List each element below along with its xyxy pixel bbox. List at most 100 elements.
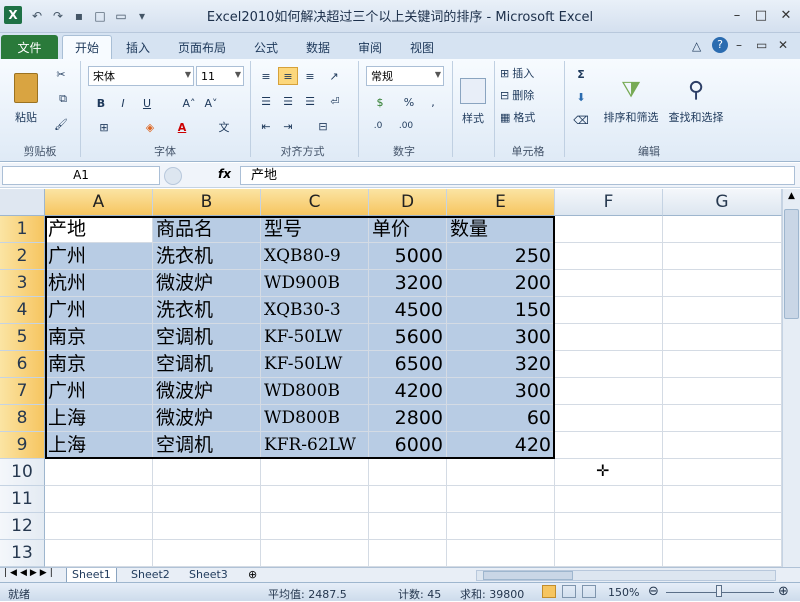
- undo-icon[interactable]: ↶: [28, 7, 46, 25]
- row-header-5[interactable]: 5: [0, 324, 45, 351]
- cell-g8[interactable]: [663, 405, 782, 432]
- vertical-scroll-thumb[interactable]: [784, 209, 799, 319]
- insert-sheet-icon[interactable]: ⊕: [248, 568, 257, 581]
- italic-icon[interactable]: I: [114, 94, 132, 112]
- sheet-tab-2[interactable]: Sheet2: [126, 568, 175, 583]
- cell-c4[interactable]: XQB30-3: [261, 297, 369, 324]
- wb-close-icon[interactable]: ✕: [778, 38, 788, 52]
- orientation-icon[interactable]: ↗: [324, 67, 344, 85]
- row-header-13[interactable]: 13: [0, 540, 45, 567]
- cell-b12[interactable]: [153, 513, 261, 540]
- maximize-icon[interactable]: □: [750, 6, 772, 24]
- font-color-icon[interactable]: A: [170, 118, 194, 136]
- cell-b13[interactable]: [153, 540, 261, 567]
- cell-f8[interactable]: [555, 405, 663, 432]
- fill-color-icon[interactable]: ◈: [138, 118, 162, 136]
- cell-e12[interactable]: [447, 513, 555, 540]
- column-header-b[interactable]: B: [153, 189, 261, 216]
- cell-f3[interactable]: [555, 270, 663, 297]
- comma-style-icon[interactable]: ,: [424, 93, 442, 111]
- row-header-10[interactable]: 10: [0, 459, 45, 486]
- cell-c9[interactable]: KFR-62LW: [261, 432, 369, 459]
- cell-g6[interactable]: [663, 351, 782, 378]
- row-header-4[interactable]: 4: [0, 297, 45, 324]
- cell-g9[interactable]: [663, 432, 782, 459]
- redo-icon[interactable]: ↷: [49, 7, 67, 25]
- cell-a6[interactable]: 南京: [45, 351, 153, 378]
- tab-review[interactable]: 审阅: [346, 35, 394, 59]
- column-header-e[interactable]: E: [447, 189, 555, 216]
- cell-a7[interactable]: 广州: [45, 378, 153, 405]
- row-header-8[interactable]: 8: [0, 405, 45, 432]
- cell-b8[interactable]: 微波炉: [153, 405, 261, 432]
- row-header-9[interactable]: 9: [0, 432, 45, 459]
- cell-f7[interactable]: [555, 378, 663, 405]
- minimize-icon[interactable]: –: [726, 6, 748, 24]
- cell-c10[interactable]: [261, 459, 369, 486]
- align-middle-icon[interactable]: ≡: [278, 67, 298, 85]
- help-icon[interactable]: ?: [712, 37, 728, 53]
- cell-b5[interactable]: 空调机: [153, 324, 261, 351]
- name-box[interactable]: A1: [2, 166, 160, 185]
- cell-a8[interactable]: 上海: [45, 405, 153, 432]
- cell-f6[interactable]: [555, 351, 663, 378]
- tab-file[interactable]: 文件: [1, 35, 58, 59]
- cell-e2[interactable]: 250: [447, 243, 555, 270]
- cell-a12[interactable]: [45, 513, 153, 540]
- cell-a2[interactable]: 广州: [45, 243, 153, 270]
- font-name-combo[interactable]: 宋体 ▼: [88, 66, 194, 86]
- cell-b4[interactable]: 洗衣机: [153, 297, 261, 324]
- shrink-font-icon[interactable]: A˅: [202, 94, 220, 112]
- cell-g11[interactable]: [663, 486, 782, 513]
- bold-icon[interactable]: B: [92, 94, 110, 112]
- grow-font-icon[interactable]: A˄: [180, 94, 198, 112]
- cell-b1[interactable]: 商品名: [153, 216, 261, 243]
- horizontal-scroll-thumb[interactable]: [483, 571, 573, 580]
- worksheet-grid[interactable]: A B C D E F G 1 产地 商品名 型号 单价 数量 2 广州 洗衣机 XQB80-9 5000 250 3…: [0, 189, 782, 567]
- select-all-corner[interactable]: [0, 189, 45, 216]
- cut-icon[interactable]: ✂: [52, 65, 70, 83]
- align-center-icon[interactable]: ☰: [278, 92, 298, 110]
- sheet-tab-1[interactable]: Sheet1: [66, 568, 117, 583]
- cell-f4[interactable]: [555, 297, 663, 324]
- close-icon[interactable]: ✕: [775, 6, 797, 24]
- cell-f5[interactable]: [555, 324, 663, 351]
- sheet-nav-icons[interactable]: |◀◀▶▶|: [4, 568, 56, 578]
- page-layout-view-icon[interactable]: [562, 585, 576, 598]
- customize-qat-icon[interactable]: ▾: [133, 7, 151, 25]
- paste-button[interactable]: 粘贴: [6, 63, 46, 135]
- cell-d5[interactable]: 5600: [369, 324, 447, 351]
- number-format-combo[interactable]: 常规 ▼: [366, 66, 444, 86]
- cell-d1[interactable]: 单价: [369, 216, 447, 243]
- zoom-in-icon[interactable]: ⊕: [778, 584, 789, 599]
- accounting-format-icon[interactable]: $: [368, 93, 392, 111]
- styles-button[interactable]: 样式: [456, 63, 490, 141]
- cell-e3[interactable]: 200: [447, 270, 555, 297]
- formula-input[interactable]: 产地: [240, 166, 795, 185]
- cell-c7[interactable]: WD800B: [261, 378, 369, 405]
- cell-d7[interactable]: 4200: [369, 378, 447, 405]
- copy-icon[interactable]: ⧉: [52, 90, 74, 108]
- cell-g7[interactable]: [663, 378, 782, 405]
- format-painter-icon[interactable]: 🖌: [52, 115, 70, 133]
- excel-icon[interactable]: X: [4, 6, 22, 24]
- cell-f13[interactable]: [555, 540, 663, 567]
- cell-a10[interactable]: [45, 459, 153, 486]
- tab-insert[interactable]: 插入: [114, 35, 162, 59]
- cell-f11[interactable]: [555, 486, 663, 513]
- align-bottom-icon[interactable]: ≡: [300, 67, 320, 85]
- percent-icon[interactable]: %: [400, 93, 418, 111]
- cell-d4[interactable]: 4500: [369, 297, 447, 324]
- cell-g13[interactable]: [663, 540, 782, 567]
- cell-g2[interactable]: [663, 243, 782, 270]
- wb-restore-icon[interactable]: ▭: [756, 38, 767, 52]
- cell-a9[interactable]: 上海: [45, 432, 153, 459]
- cell-b7[interactable]: 微波炉: [153, 378, 261, 405]
- clear-icon[interactable]: ⌫: [570, 111, 592, 129]
- cell-e11[interactable]: [447, 486, 555, 513]
- align-top-icon[interactable]: ≡: [256, 67, 276, 85]
- cell-e6[interactable]: 320: [447, 351, 555, 378]
- merge-center-icon[interactable]: ⊟: [310, 117, 336, 135]
- cell-c3[interactable]: WD900B: [261, 270, 369, 297]
- cell-a5[interactable]: 南京: [45, 324, 153, 351]
